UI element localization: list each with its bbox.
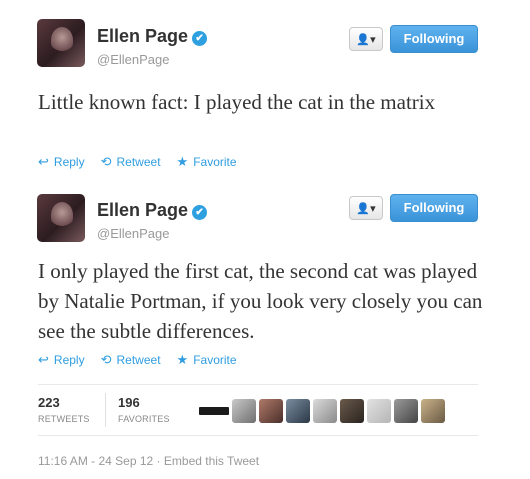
verified-icon: ✔ — [192, 205, 208, 220]
reply-button[interactable]: ↩ Reply — [38, 352, 85, 368]
user-name[interactable]: Ellen Page ✔ — [97, 200, 208, 221]
tweet-text: I only played the first cat, the second … — [38, 259, 483, 343]
reply-label: Reply — [53, 353, 85, 367]
favoriter-avatars — [199, 399, 445, 423]
retweet-button[interactable]: ⟲ Retweet — [101, 154, 161, 170]
following-button[interactable]: Following — [390, 25, 478, 53]
favoriter-avatar[interactable] — [394, 399, 418, 423]
user-icon: 👤 — [356, 34, 371, 46]
favoriter-avatar[interactable] — [232, 399, 256, 423]
user-actions-dropdown[interactable]: 👤▾ — [349, 27, 383, 51]
retweet-icon: ⟲ — [100, 154, 112, 169]
avatar[interactable] — [37, 194, 85, 242]
user-handle[interactable]: @EllenPage — [97, 52, 169, 67]
timestamp-link[interactable]: 11:16 AM - 24 Sep 12 — [38, 454, 153, 468]
favoriter-avatar[interactable] — [313, 399, 337, 423]
user-name[interactable]: Ellen Page ✔ — [97, 26, 208, 47]
tweet-text: Little known fact: I played the cat in t… — [38, 90, 436, 114]
reply-button[interactable]: ↩ Reply — [38, 154, 85, 170]
favorites-label: FAVORITES — [118, 414, 170, 424]
stats-divider — [105, 393, 106, 427]
retweets-label: RETWEETS — [38, 414, 90, 424]
retweet-label: Retweet — [116, 353, 161, 367]
favorite-button[interactable]: ★ Favorite — [177, 154, 237, 170]
following-button[interactable]: Following — [390, 194, 478, 222]
chevron-down-icon: ▾ — [370, 34, 376, 46]
embed-link[interactable]: Embed this Tweet — [164, 454, 259, 468]
star-icon: ★ — [176, 154, 189, 169]
reply-icon: ↩ — [38, 154, 49, 169]
chevron-down-icon: ▾ — [370, 203, 376, 215]
favoriter-avatar[interactable] — [340, 399, 364, 423]
tweet: Ellen Page ✔ @EllenPage 👤▾ Following Litt… — [0, 0, 530, 180]
verified-icon: ✔ — [192, 31, 208, 46]
user-name-text[interactable]: Ellen Page — [97, 26, 188, 46]
separator: · — [156, 454, 161, 468]
favorites-count: 196 — [118, 395, 140, 410]
user-actions-dropdown[interactable]: 👤▾ — [349, 196, 383, 220]
avatar[interactable] — [37, 19, 85, 67]
user-handle[interactable]: @EllenPage — [97, 226, 169, 241]
favoriter-avatar[interactable] — [286, 399, 310, 423]
tweet-actions: ↩ Reply ⟲ Retweet ★ Favorite — [38, 154, 237, 170]
retweet-label: Retweet — [116, 155, 161, 169]
tweet: Ellen Page ✔ @EllenPage 👤▾ Following I on… — [0, 183, 530, 479]
reply-label: Reply — [53, 155, 85, 169]
favorite-label: Favorite — [193, 353, 237, 367]
retweets-count: 223 — [38, 395, 60, 410]
favorites-stat[interactable]: 196 FAVORITES — [118, 395, 170, 424]
favorite-label: Favorite — [193, 155, 237, 169]
user-name-text[interactable]: Ellen Page — [97, 200, 188, 220]
star-icon: ★ — [176, 352, 189, 367]
tweet-timestamp: 11:16 AM - 24 Sep 12 · Embed this Tweet — [38, 454, 259, 468]
reply-icon: ↩ — [38, 352, 49, 367]
user-icon: 👤 — [356, 203, 371, 215]
favoriter-avatar[interactable] — [259, 399, 283, 423]
retweet-icon: ⟲ — [100, 352, 112, 367]
favoriter-avatar[interactable] — [199, 407, 229, 415]
tweet-stats: 223 RETWEETS 196 FAVORITES — [38, 384, 478, 436]
tweet-actions: ↩ Reply ⟲ Retweet ★ Favorite — [38, 352, 237, 368]
favoriter-avatar[interactable] — [367, 399, 391, 423]
retweet-button[interactable]: ⟲ Retweet — [101, 352, 161, 368]
favoriter-avatar[interactable] — [421, 399, 445, 423]
retweets-stat[interactable]: 223 RETWEETS — [38, 395, 90, 424]
favorite-button[interactable]: ★ Favorite — [177, 352, 237, 368]
